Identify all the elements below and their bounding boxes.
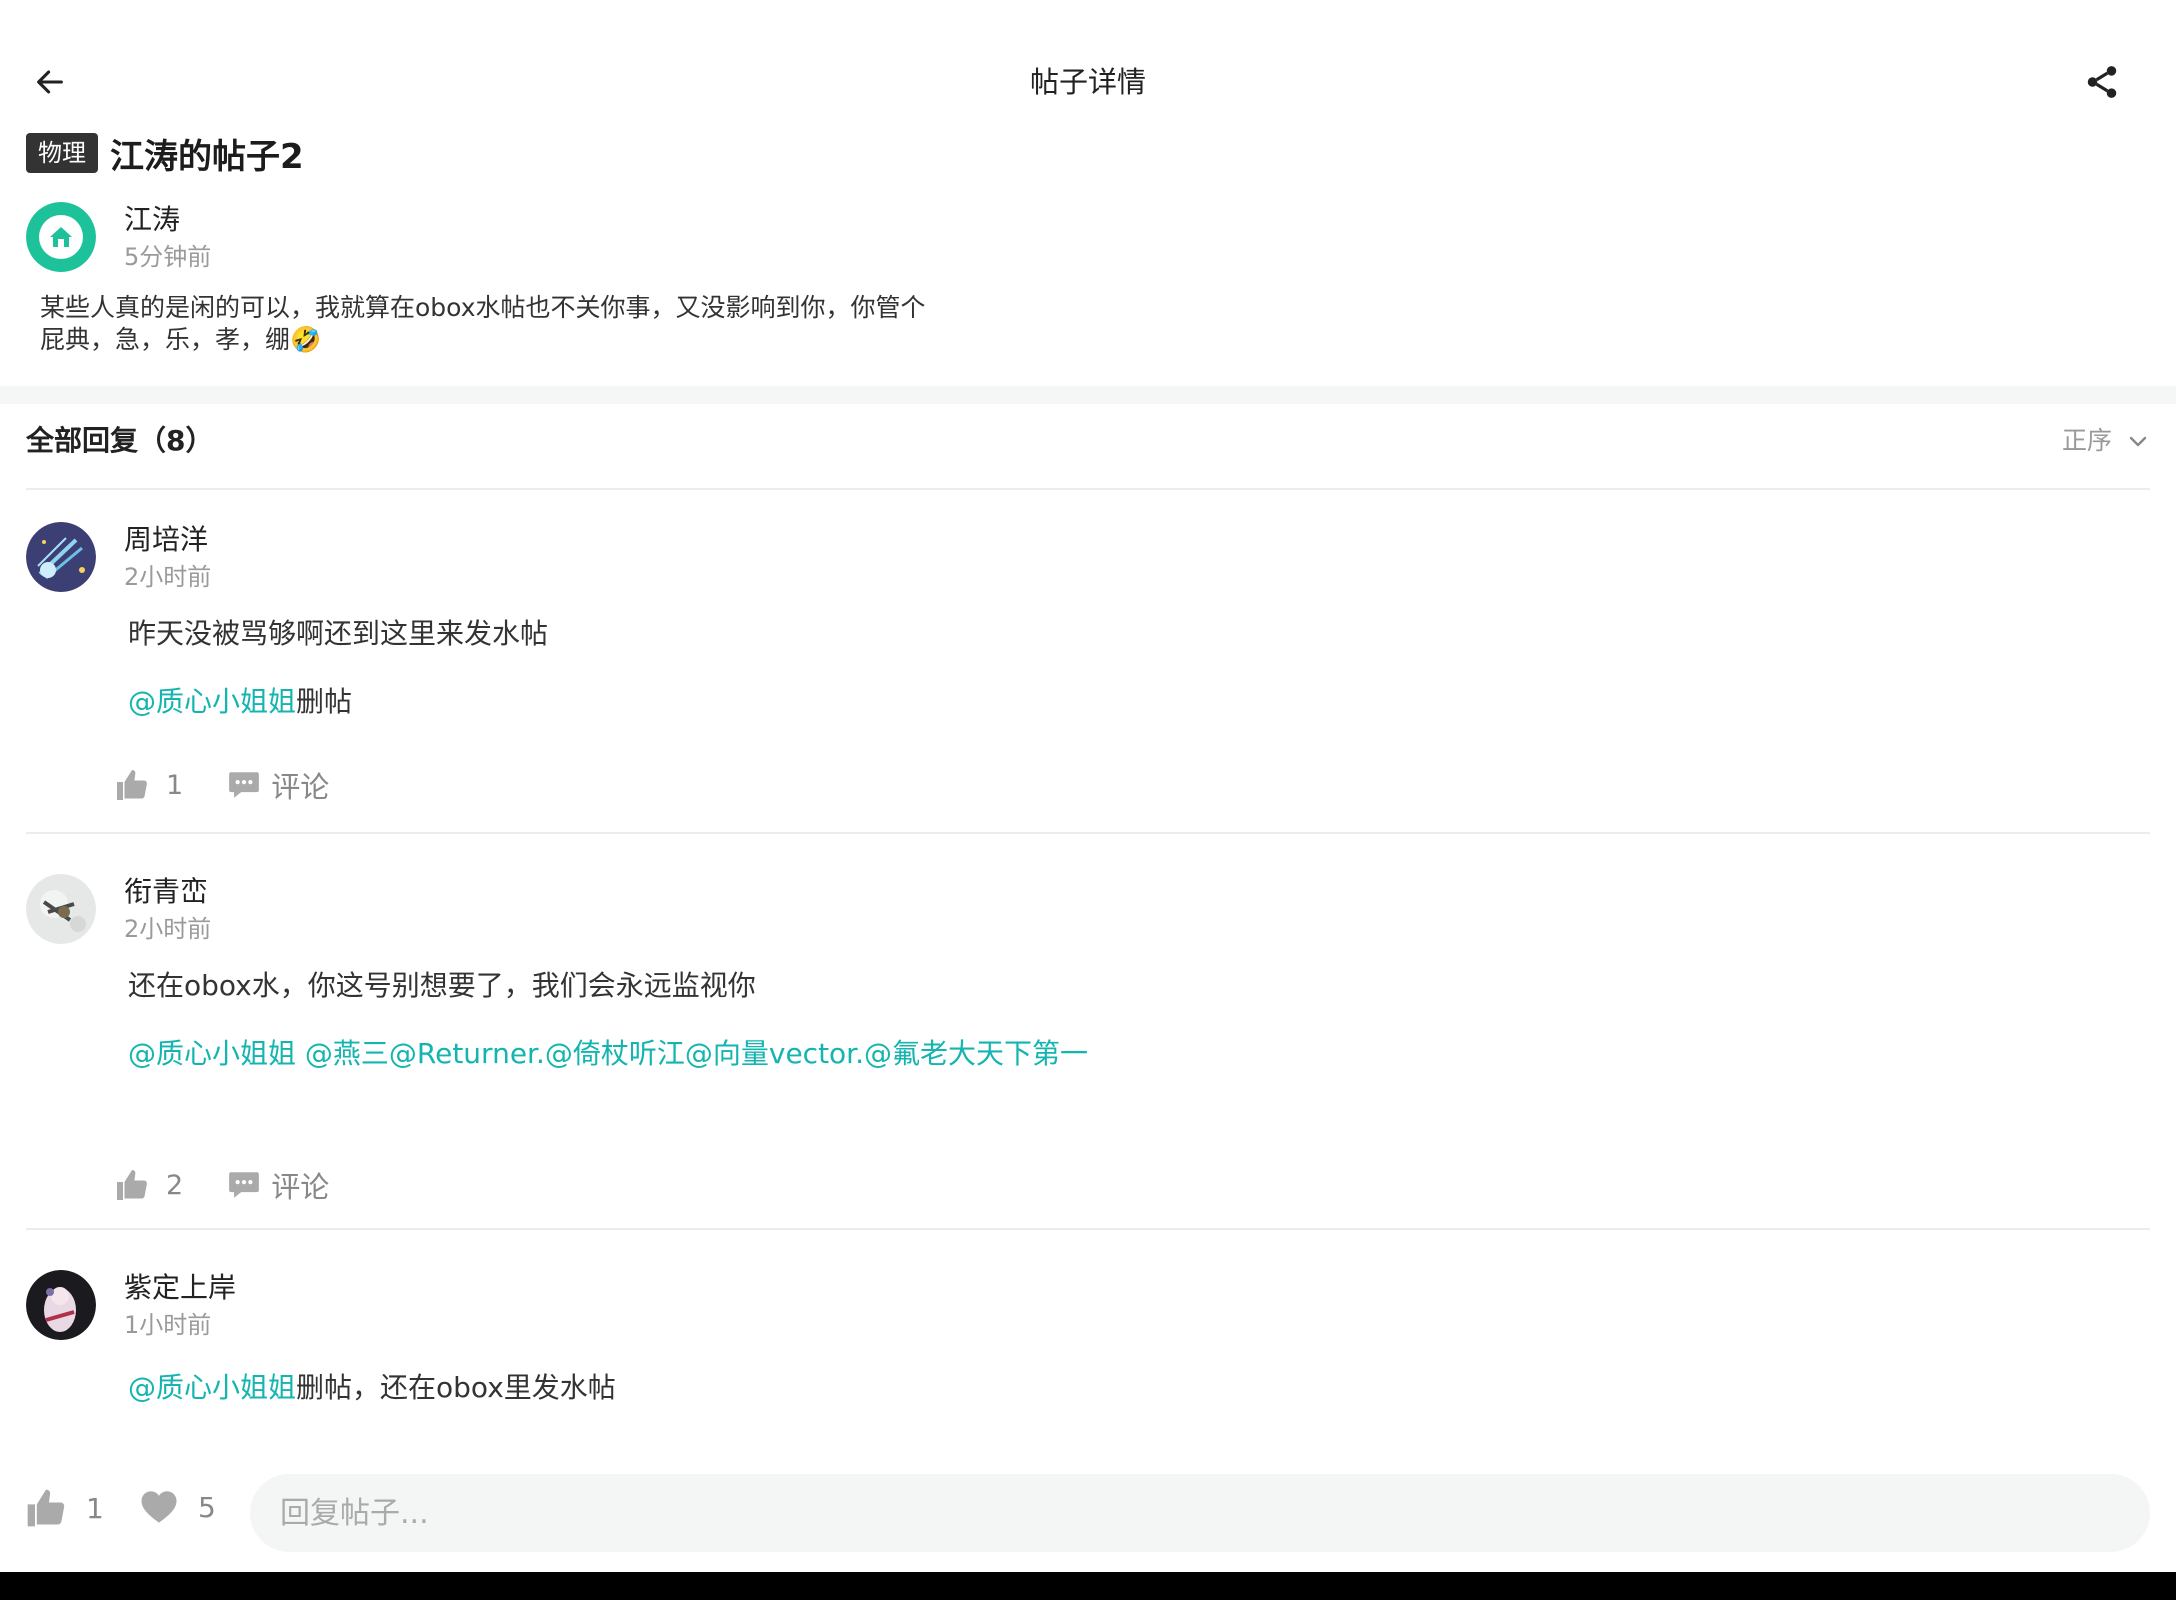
chevron-down-icon (2129, 436, 2147, 447)
heart-icon (141, 1491, 177, 1523)
bottom-bar: 1 5 (0, 1462, 2176, 1572)
like-count: 2 (166, 1169, 184, 1201)
avatar[interactable] (26, 874, 96, 944)
reply-actions: 2 评论 (114, 1164, 329, 1206)
post-author[interactable]: 江涛 5分钟前 (26, 202, 211, 274)
reply-mention-line: @质心小姐姐删帖 (128, 684, 352, 720)
reply-text: 昨天没被骂够啊还到这里来发水帖 (128, 617, 549, 650)
mention-suffix: 删帖，还在obox里发水帖 (296, 1371, 616, 1404)
mention-link[interactable]: @质心小姐姐 @燕三@Returner.@倚杖听江@向量vector.@氟老大天… (128, 1037, 1088, 1070)
divider (26, 1228, 2150, 1230)
post-title-row: 物理 江涛的帖子2 (26, 128, 304, 178)
post-detail-screen: 帖子详情 物理 江涛的帖子2 江涛 5分钟前 某些人真的是闲的可以，我就算在ob… (0, 0, 2176, 1572)
favorite-button[interactable]: 5 (138, 1486, 216, 1528)
reply-text: 还在obox水，你这号别想要了，我们会永远监视你 (128, 969, 756, 1002)
avatar[interactable] (26, 1270, 96, 1340)
navbar: 帖子详情 (0, 40, 2176, 124)
reply-author[interactable]: 周培洋 2小时前 (26, 522, 2150, 594)
post-like-button[interactable]: 1 (24, 1486, 104, 1530)
reply-actions: 1 评论 (114, 764, 329, 806)
comment-icon (229, 772, 260, 798)
thumb-up-icon (27, 1489, 65, 1527)
comment-icon (229, 1172, 260, 1198)
thumb-up-icon (117, 770, 147, 800)
reply-time: 1小时前 (124, 1311, 212, 1339)
post-like-count: 1 (86, 1491, 104, 1525)
like-button[interactable]: 1 (114, 767, 183, 803)
favorite-count: 5 (198, 1490, 216, 1524)
mention-link[interactable]: @质心小姐姐 (128, 1371, 296, 1404)
section-divider (0, 386, 2176, 404)
reply-author-name[interactable]: 紫定上岸 (124, 1270, 236, 1306)
sort-dropdown[interactable]: 正序 (2062, 404, 2150, 478)
post-body: 某些人真的是闲的可以，我就算在obox水帖也不关你事，又没影响到你，你管个屁典，… (40, 293, 926, 354)
page-title: 帖子详情 (1029, 65, 1146, 99)
reply-author[interactable]: 紫定上岸 1小时前 (26, 1270, 2150, 1342)
comment-label: 评论 (271, 770, 330, 804)
mention-link[interactable]: @质心小姐姐 (128, 685, 296, 718)
avatar[interactable] (26, 522, 96, 592)
divider (26, 832, 2150, 834)
like-count: 1 (166, 769, 184, 801)
category-tag[interactable]: 物理 (26, 133, 98, 173)
reply-item: 紫定上岸 1小时前 @质心小姐姐删帖，还在obox里发水帖 (26, 1270, 2150, 1450)
reply-author-name[interactable]: 周培洋 (124, 522, 211, 558)
replies-header: 全部回复（8） 正序 (26, 404, 2150, 490)
replies-title: 全部回复（8） (26, 424, 214, 457)
share-button[interactable] (2078, 58, 2126, 106)
comment-button[interactable]: 评论 (227, 1164, 329, 1206)
reply-input[interactable] (250, 1474, 2150, 1552)
mention-suffix: 删帖 (296, 685, 353, 718)
reply-time: 2小时前 (124, 915, 212, 943)
like-button[interactable]: 2 (114, 1167, 183, 1203)
reply-item: 周培洋 2小时前 昨天没被骂够啊还到这里来发水帖 @质心小姐姐删帖 1 评论 (26, 522, 2150, 832)
author-name[interactable]: 江涛 (124, 202, 211, 238)
thumb-up-icon (117, 1170, 147, 1200)
reply-author-name[interactable]: 衔青峦 (124, 874, 211, 910)
back-button[interactable] (26, 58, 74, 106)
post-title: 江涛的帖子2 (110, 136, 304, 177)
comment-label: 评论 (271, 1170, 330, 1204)
post-time: 5分钟前 (124, 243, 212, 271)
reply-mention-line: @质心小姐姐 @燕三@Returner.@倚杖听江@向量vector.@氟老大天… (128, 1036, 1088, 1072)
back-arrow-icon (37, 70, 63, 94)
avatar[interactable] (26, 202, 96, 272)
share-icon (2087, 66, 2117, 98)
comment-button[interactable]: 评论 (227, 764, 329, 806)
reply-mention-line: @质心小姐姐删帖，还在obox里发水帖 (128, 1370, 616, 1406)
reply-item: 衔青峦 2小时前 还在obox水，你这号别想要了，我们会永远监视你 @质心小姐姐… (26, 874, 2150, 1230)
sort-label: 正序 (2061, 426, 2112, 455)
reply-time: 2小时前 (124, 563, 212, 591)
reply-author[interactable]: 衔青峦 2小时前 (26, 874, 2150, 946)
